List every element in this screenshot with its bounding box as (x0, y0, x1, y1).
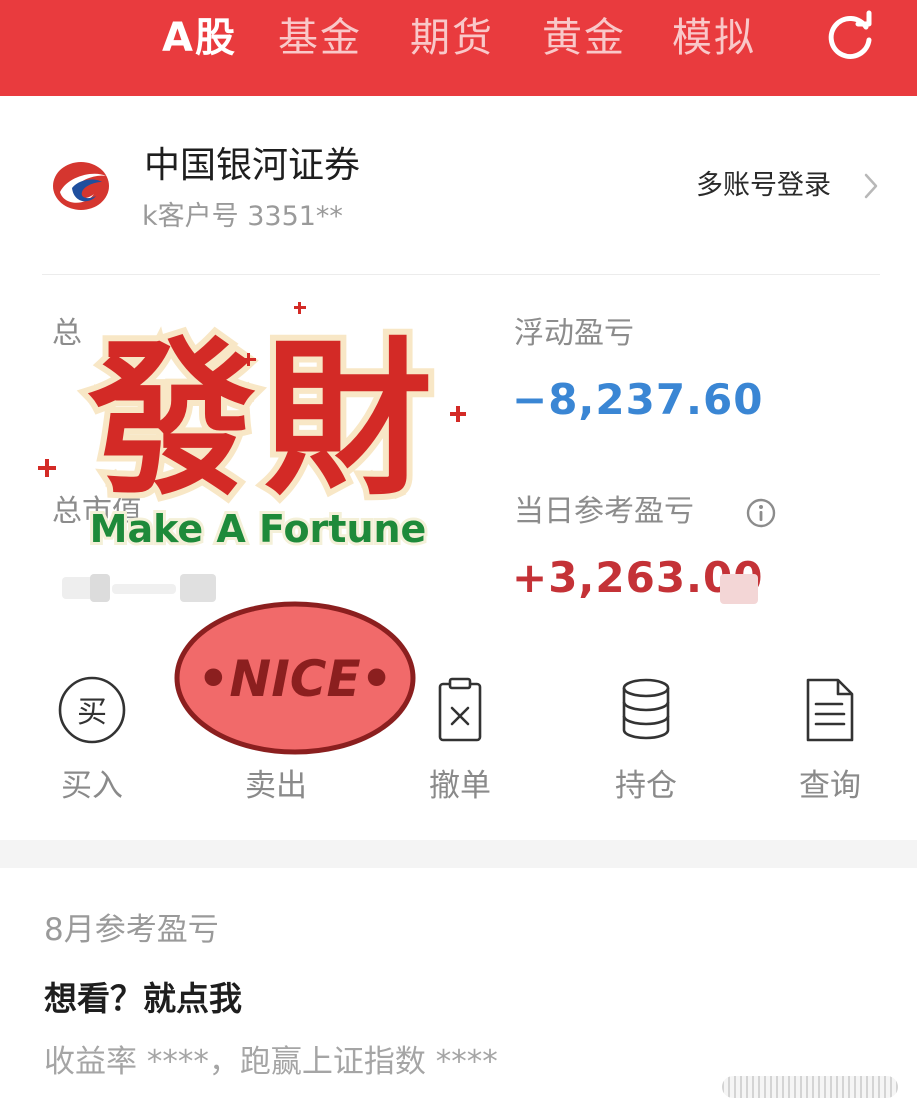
sell-button[interactable]: 卖出 (216, 676, 336, 816)
monthly-pnl-cta[interactable]: 想看？就点我 (44, 977, 242, 1021)
floating-pnl-value: −8,237.60 (512, 375, 764, 424)
cancel-order-icon (438, 677, 482, 742)
censored-amount (720, 574, 758, 604)
buy-button[interactable]: 买 买入 (32, 676, 152, 816)
floating-pnl-label: 浮动盈亏 (514, 316, 634, 351)
censored-amount (90, 574, 110, 602)
top-nav-bar: A股 基金 期货 黄金 模拟 (0, 0, 917, 96)
monthly-return-detail: 收益率 ****，跑赢上证指数 **** (44, 1044, 498, 1080)
cancel-order-button[interactable]: 撤单 (400, 676, 520, 816)
query-document-icon (806, 678, 854, 742)
fortune-subtitle: Make A Fortune (90, 507, 427, 551)
multi-account-login-link[interactable]: 多账号登录 (696, 168, 831, 204)
buy-label: 买入 (61, 768, 123, 804)
home-indicator (722, 1076, 898, 1098)
info-icon[interactable] (745, 497, 777, 529)
query-label: 查询 (799, 768, 861, 804)
galaxy-securities-logo (53, 162, 109, 210)
tab-funds[interactable]: 基金 (278, 14, 362, 62)
daily-pnl-label: 当日参考盈亏 (514, 494, 694, 529)
tab-futures[interactable]: 期货 (410, 14, 494, 62)
refresh-icon[interactable] (822, 10, 878, 66)
divider (42, 274, 880, 275)
buy-icon: 买 (58, 676, 126, 744)
tab-simulation[interactable]: 模拟 (672, 14, 756, 62)
chevron-right-icon[interactable] (862, 172, 880, 200)
buy-icon-char: 买 (77, 695, 107, 730)
tab-gold[interactable]: 黄金 (542, 14, 626, 62)
section-divider (0, 840, 917, 868)
cancel-order-label: 撤单 (429, 768, 491, 804)
holdings-label: 持仓 (615, 768, 677, 804)
tab-a-shares[interactable]: A股 (162, 14, 237, 62)
censored-amount (112, 584, 176, 594)
customer-number: k客户号 3351** (142, 201, 343, 232)
broker-name: 中国银河证券 (144, 145, 361, 186)
monthly-pnl-title: 8月参考盈亏 (44, 912, 219, 948)
fortune-chars: 發財 (87, 322, 440, 518)
query-button[interactable]: 查询 (770, 676, 890, 816)
fortune-sticker: 發財 Make A Fortune (38, 302, 466, 554)
sell-label: 卖出 (245, 768, 307, 804)
holdings-button[interactable]: 持仓 (586, 676, 706, 816)
holdings-icon (622, 678, 670, 740)
